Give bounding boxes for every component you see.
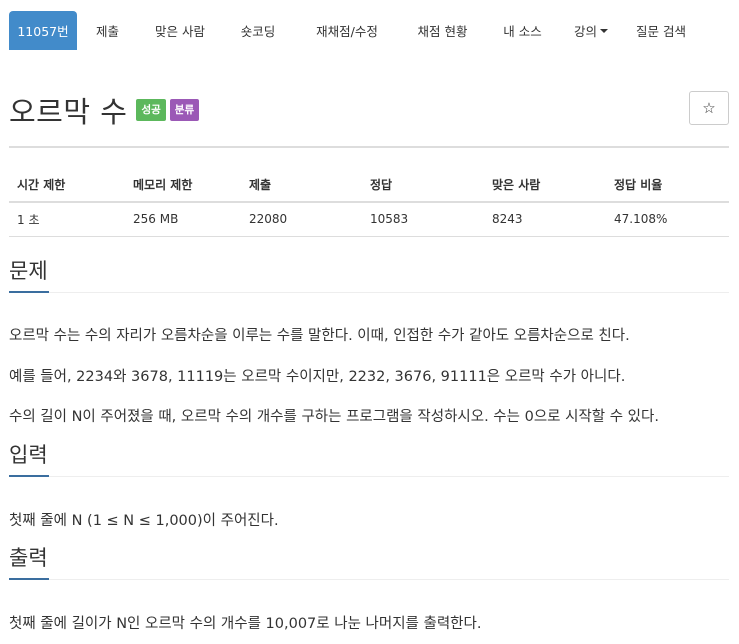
problem-title-row: 오르막 수 성공 분류 (9, 88, 200, 132)
tab-my-source[interactable]: 내 소스 (485, 11, 560, 50)
status-badge: 성공 (136, 99, 166, 121)
tab-label: 강의 (573, 24, 597, 39)
accepted-users-value: 8243 (484, 202, 606, 237)
problem-paragraph-3: 수의 길이 N이 주어졌을 때, 오르막 수의 개수를 구하는 프로그램을 작성… (9, 409, 659, 425)
tab-label: 내 소스 (503, 24, 542, 39)
star-icon: ☆ (702, 99, 716, 117)
caret-down-icon (600, 28, 608, 33)
header-accepted: 정답 (362, 146, 484, 203)
tab-accepted-users[interactable]: 맞은 사람 (138, 11, 222, 50)
output-heading: 출력 (9, 542, 49, 580)
tab-problem-number[interactable]: 11057번 (9, 11, 77, 50)
accept-ratio-value: 47.108% (606, 202, 729, 237)
tab-label: 질문 검색 (636, 24, 686, 39)
page-title: 오르막 수 (9, 95, 128, 129)
problem-nav-tabs: 11057번 제출 맞은 사람 숏코딩 재채점/수정 채점 현황 내 소스 강의… (9, 11, 729, 51)
tab-rejudge[interactable]: 재채점/수정 (294, 11, 400, 50)
tab-label: 맞은 사람 (155, 24, 205, 39)
problem-paragraph-2: 예를 들어, 2234와 3678, 11119는 오르막 수이지만, 2232… (9, 369, 626, 385)
tab-short-coding[interactable]: 숏코딩 (222, 11, 294, 50)
tab-question-search[interactable]: 질문 검색 (622, 11, 700, 50)
tab-label: 11057번 (17, 24, 69, 39)
header-accepted-users: 맞은 사람 (484, 146, 606, 203)
tab-label: 재채점/수정 (316, 24, 378, 39)
problem-heading: 문제 (9, 255, 49, 293)
header-time-limit: 시간 제한 (9, 146, 125, 203)
problem-info-table: 시간 제한 메모리 제한 제출 정답 맞은 사람 정답 비율 1 초 256 M… (9, 146, 729, 237)
output-section-header: 출력 (9, 542, 729, 580)
tab-label: 숏코딩 (240, 24, 276, 39)
table-row: 1 초 256 MB 22080 10583 8243 47.108% (9, 202, 729, 237)
submissions-value: 22080 (241, 202, 362, 237)
problem-section-header: 문제 (9, 255, 729, 293)
input-section-header: 입력 (9, 439, 729, 477)
input-description: 첫째 줄에 N (1 ≤ N ≤ 1,000)이 주어진다. (9, 513, 279, 529)
time-limit-value: 1 초 (9, 202, 125, 237)
header-memory-limit: 메모리 제한 (125, 146, 241, 203)
tab-label: 제출 (95, 24, 119, 39)
tab-label: 채점 현황 (417, 24, 468, 39)
header-submissions: 제출 (241, 146, 362, 203)
problem-paragraph-1: 오르막 수는 수의 자리가 오름차순을 이루는 수를 말한다. 이때, 인접한 … (9, 328, 630, 344)
accepted-value: 10583 (362, 202, 484, 237)
tab-lectures-dropdown[interactable]: 강의 (560, 11, 622, 50)
tab-submit[interactable]: 제출 (77, 11, 138, 50)
table-header-row: 시간 제한 메모리 제한 제출 정답 맞은 사람 정답 비율 (9, 146, 729, 203)
output-description: 첫째 줄에 길이가 N인 오르막 수의 개수를 10,007로 나눈 나머지를 … (9, 616, 482, 632)
tab-judge-status[interactable]: 채점 현황 (400, 11, 485, 50)
input-heading: 입력 (9, 439, 49, 477)
memory-limit-value: 256 MB (125, 202, 241, 237)
star-button[interactable]: ☆ (689, 91, 729, 125)
header-accept-ratio: 정답 비율 (606, 146, 729, 203)
category-badge[interactable]: 분류 (169, 99, 200, 121)
